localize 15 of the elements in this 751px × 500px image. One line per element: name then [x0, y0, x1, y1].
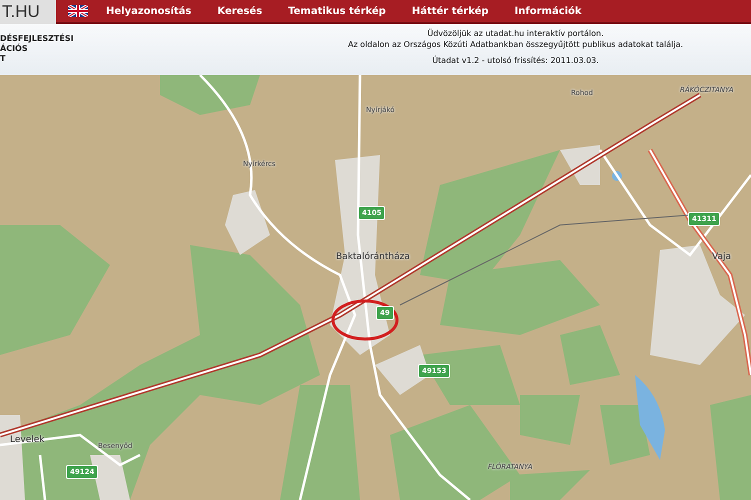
- nav-link[interactable]: Tematikus térkép: [288, 6, 386, 16]
- flag-icon[interactable]: [68, 5, 88, 17]
- organization-name: DÉSFEJLESZTÉSI: [0, 34, 75, 44]
- nav-link[interactable]: Háttér térkép: [412, 6, 489, 16]
- nav-link[interactable]: Keresés: [217, 6, 262, 16]
- site-logo[interactable]: T.HU: [0, 0, 56, 24]
- version-text: Útadat v1.2 - utolsó frissítés: 2011.03.03.: [431, 55, 600, 66]
- place-label: Levelek: [10, 435, 45, 445]
- welcome-text: Az oldalon az Országos Közúti Adatbankban összegyűjtött publikus adatokat találja.: [346, 39, 684, 50]
- highlight-circle: [330, 298, 400, 342]
- nav-link[interactable]: Helyazonosítás: [106, 6, 192, 16]
- nav-link[interactable]: Információk: [514, 6, 582, 16]
- organization-name: T: [0, 54, 6, 64]
- organization-name: ÁCIÓS: [0, 44, 29, 54]
- welcome-text: Üdvözöljük az utadat.hu interaktív portálon.: [426, 28, 605, 39]
